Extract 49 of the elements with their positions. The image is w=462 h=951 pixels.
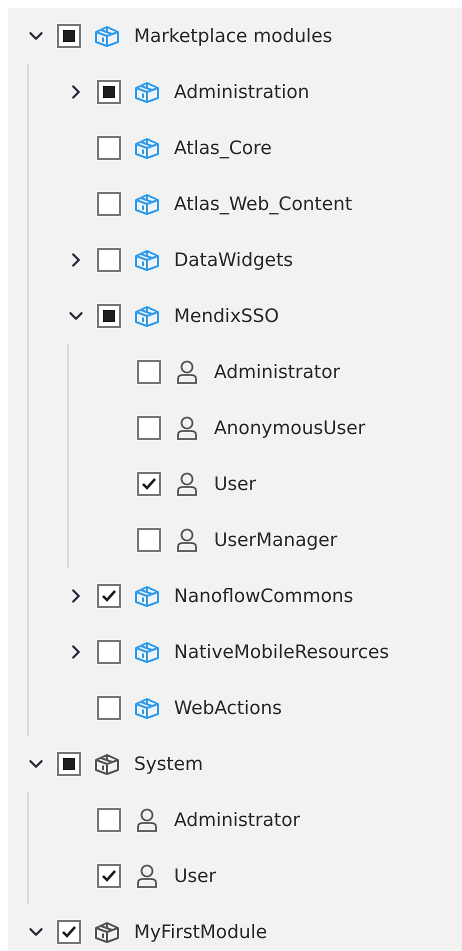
- tree-item-label[interactable]: Administration: [174, 82, 310, 102]
- checkbox[interactable]: [137, 416, 161, 440]
- cube-icon: [133, 192, 161, 216]
- tree-item-label[interactable]: MyFirstModule: [134, 922, 268, 942]
- cube-icon: [133, 696, 161, 720]
- checkbox[interactable]: [137, 528, 161, 552]
- cube-icon: [93, 920, 121, 944]
- checkbox[interactable]: [137, 472, 161, 496]
- tree-item-label[interactable]: NativeMobileResources: [174, 642, 390, 662]
- checkmark-icon: [141, 477, 157, 491]
- checkbox[interactable]: [57, 920, 81, 944]
- tree-item-label[interactable]: Atlas_Web_Content: [174, 194, 352, 214]
- checkmark-icon: [101, 589, 117, 603]
- cube-icon: [93, 752, 121, 776]
- tree-item-label[interactable]: WebActions: [174, 698, 282, 718]
- cube-icon: [133, 584, 161, 608]
- tree-item-label[interactable]: User: [214, 474, 256, 494]
- cube-icon: [133, 248, 161, 272]
- cube-icon: [93, 24, 121, 48]
- tree-item-label[interactable]: User: [174, 866, 216, 886]
- checkbox[interactable]: [97, 864, 121, 888]
- checkbox[interactable]: [57, 752, 81, 776]
- cube-icon: [133, 304, 161, 328]
- tree-item-label[interactable]: Administrator: [174, 810, 300, 830]
- checkbox[interactable]: [97, 640, 121, 664]
- cube-icon: [133, 136, 161, 160]
- checkbox[interactable]: [97, 248, 121, 272]
- checkmark-icon: [101, 869, 117, 883]
- tree-item-label[interactable]: UserManager: [214, 530, 338, 550]
- checkbox[interactable]: [97, 808, 121, 832]
- checkmark-icon: [61, 925, 77, 939]
- tree-item-label[interactable]: DataWidgets: [174, 250, 293, 270]
- cube-icon: [133, 640, 161, 664]
- checkbox[interactable]: [97, 304, 121, 328]
- checkbox[interactable]: [137, 360, 161, 384]
- tree-item-label[interactable]: Administrator: [214, 362, 340, 382]
- checkbox[interactable]: [97, 696, 121, 720]
- tree-item-label[interactable]: Atlas_Core: [174, 138, 272, 158]
- checkbox[interactable]: [97, 80, 121, 104]
- checkbox[interactable]: [57, 24, 81, 48]
- tree-item-label[interactable]: Marketplace modules: [134, 26, 332, 46]
- checkbox[interactable]: [97, 192, 121, 216]
- cube-icon: [133, 80, 161, 104]
- tree-item-label[interactable]: MendixSSO: [174, 306, 279, 326]
- tree-item-label[interactable]: System: [134, 754, 203, 774]
- checkbox[interactable]: [97, 136, 121, 160]
- checkbox[interactable]: [97, 584, 121, 608]
- tree-item-label[interactable]: AnonymousUser: [214, 418, 366, 438]
- tree-item-label[interactable]: NanoflowCommons: [174, 586, 354, 606]
